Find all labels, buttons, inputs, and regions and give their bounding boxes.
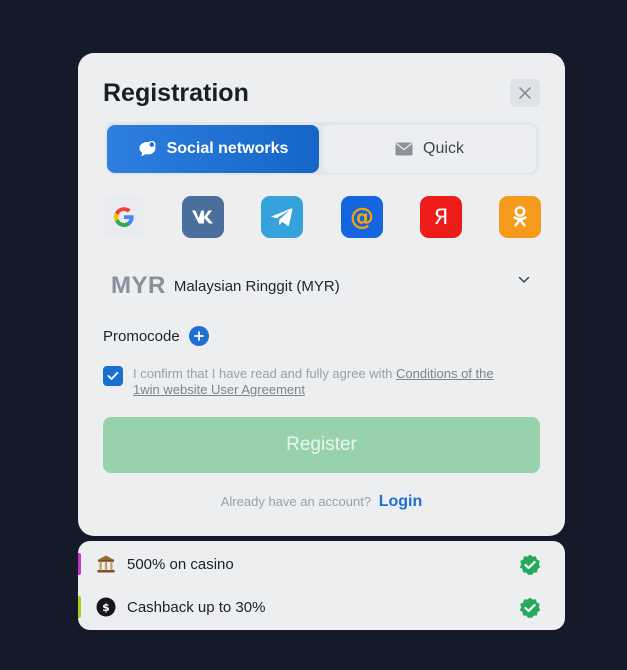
cashback-icon: $ [96,597,116,617]
promocode-label: Promocode [103,327,180,345]
social-login-row: @ Я [103,196,543,240]
yandex-login-button[interactable]: Я [420,196,462,238]
agreement-statement: I confirm that I have read and fully agr… [133,366,397,381]
tab-social-networks[interactable]: Social networks [107,125,319,173]
promocode-add-button[interactable] [188,326,209,346]
yandex-icon: Я [433,205,449,229]
close-button[interactable] [510,79,540,107]
bonus-panel: 500% on casino $ Cashback up to 30% [78,541,565,630]
agreement-checkbox[interactable] [103,366,123,386]
vk-login-button[interactable] [182,196,224,238]
tab-quick[interactable]: Quick [323,125,536,173]
verified-check-icon [519,597,541,619]
currency-name: Malaysian Ringgit (MYR) [173,277,340,295]
chevron-down-icon [518,276,530,284]
bonus-item: 500% on casino [78,543,565,585]
page: Registration Social networks Quick @ Я M… [0,0,627,670]
google-icon [114,207,134,227]
svg-text:$: $ [102,601,110,614]
plus-icon [193,331,204,341]
register-button[interactable]: Register [103,417,540,473]
registration-tabs: Social networks Quick [105,122,539,175]
google-login-button[interactable] [103,196,145,238]
tab-social-networks-label: Social networks [166,140,289,157]
checkmark-icon [107,371,119,380]
telegram-login-button[interactable] [261,196,303,238]
login-link[interactable]: Login [379,493,423,510]
odnoklassniki-icon [513,206,527,227]
verified-check-icon [519,554,541,576]
mail-login-button[interactable]: @ [341,196,383,238]
bonus-item: $ Cashback up to 30% [78,586,565,628]
odnoklassniki-login-button[interactable] [499,196,541,238]
telegram-icon [271,208,293,226]
promocode-row: Promocode [103,326,209,346]
envelope-icon [395,142,413,156]
login-prompt-row: Already have an account? Login [78,493,565,511]
vk-icon [192,210,213,224]
bonus-accent-bar [78,596,81,618]
bonus-accent-bar [78,553,81,575]
chat-bubble-icon [139,140,156,156]
bonus-text: 500% on casino [127,556,234,573]
tab-quick-label: Quick [423,140,464,157]
agreement-text: I confirm that I have read and fully agr… [133,366,523,398]
currency-code: MYR [111,272,166,299]
bonus-text: Cashback up to 30% [127,599,266,616]
registration-modal: Registration Social networks Quick @ Я M… [78,53,565,536]
currency-select[interactable]: MYR Malaysian Ringgit (MYR) [103,263,540,309]
close-icon [519,87,531,99]
casino-icon [96,554,116,574]
mail-at-icon: @ [350,203,374,231]
login-prompt-text: Already have an account? [220,494,372,509]
modal-title: Registration [103,79,249,107]
